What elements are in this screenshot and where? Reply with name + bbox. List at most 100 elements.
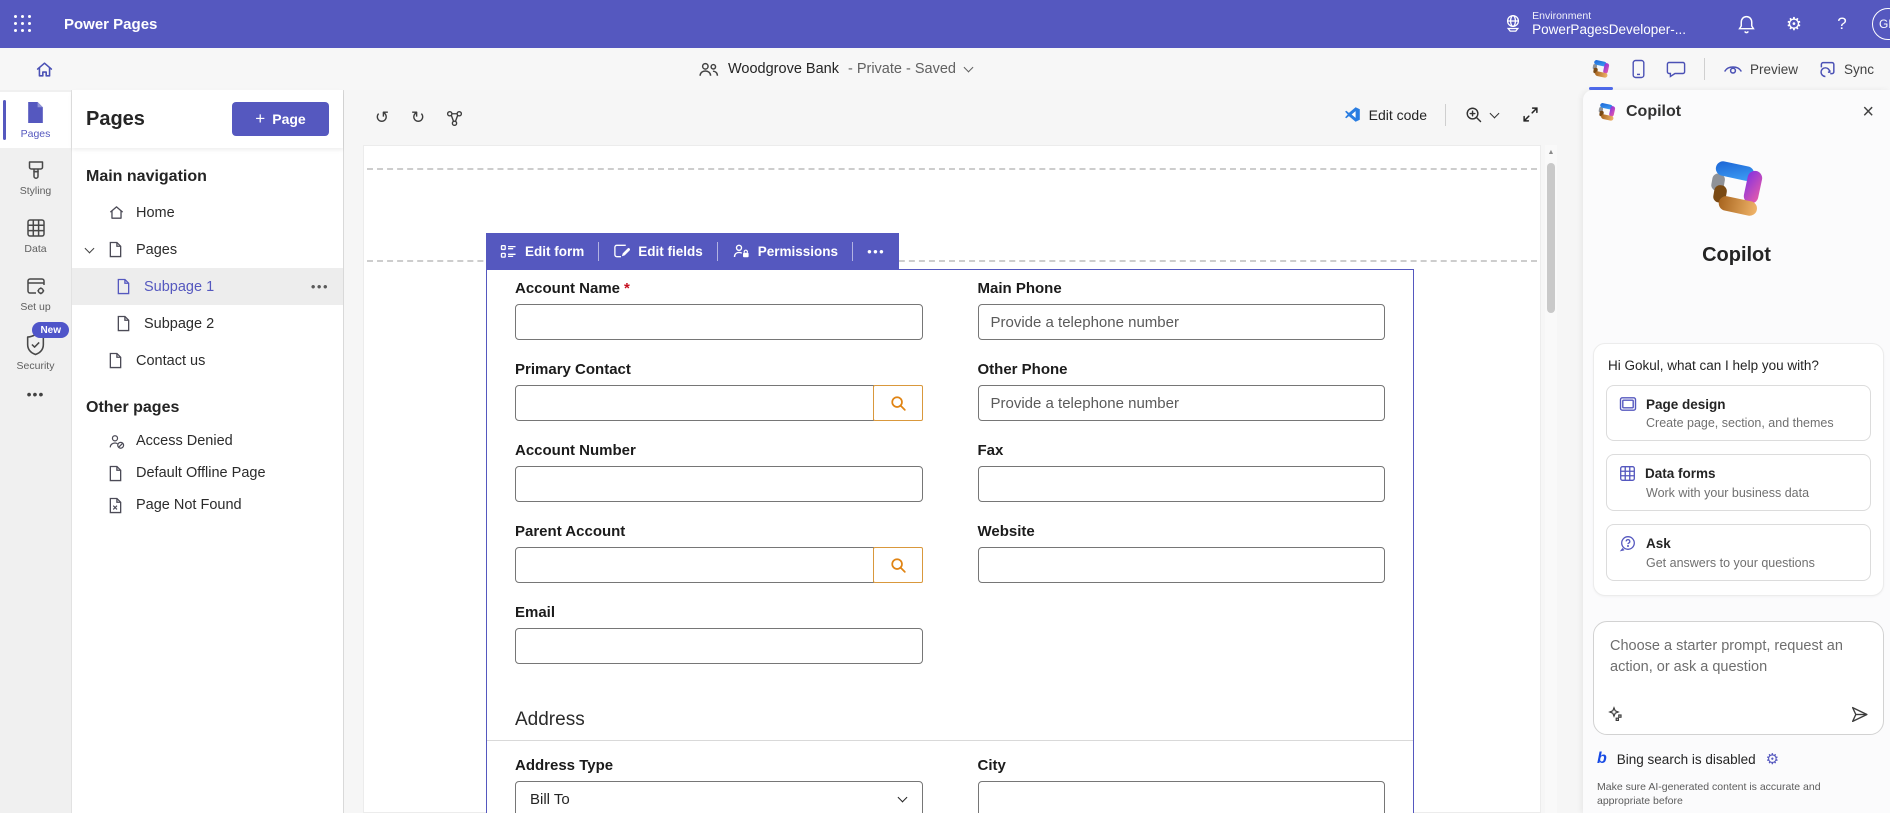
send-button[interactable]: [1850, 705, 1869, 724]
tree-item-pages[interactable]: Pages: [72, 231, 343, 268]
form-toolbar-more-button[interactable]: •••: [853, 244, 899, 259]
copilot-panel: Copilot × Copilot Hi Gokul, what can I h…: [1583, 90, 1890, 813]
edit-fields-button[interactable]: Edit fields: [599, 233, 717, 269]
rail-item-data[interactable]: Data: [0, 208, 71, 264]
data-forms-grid-icon: [1619, 465, 1636, 482]
home-icon: [108, 204, 128, 221]
environment-name: PowerPagesDeveloper-...: [1532, 22, 1686, 38]
device-preview-button[interactable]: [1621, 48, 1656, 90]
copilot-prompt-input[interactable]: Choose a starter prompt, request an acti…: [1593, 621, 1884, 735]
sync-icon: [1818, 60, 1837, 79]
scroll-up-arrow[interactable]: ▲: [1545, 149, 1557, 156]
permissions-button[interactable]: Permissions: [718, 233, 852, 269]
prompt-suggestions-button[interactable]: [1608, 706, 1624, 722]
waffle-menu-button[interactable]: [0, 0, 46, 48]
search-icon: [889, 394, 907, 412]
chevron-down-icon[interactable]: [85, 243, 95, 253]
page-icon: [116, 278, 136, 295]
edit-code-label: Edit code: [1369, 107, 1427, 123]
people-icon: [698, 61, 719, 78]
field-email: Email: [515, 604, 923, 664]
settings-button[interactable]: ⚙: [1770, 0, 1818, 48]
tree-item-home[interactable]: Home: [72, 194, 343, 231]
account-form-widget[interactable]: Account Name* Main Phone Primary Contact: [486, 269, 1414, 813]
home-button[interactable]: [24, 48, 64, 90]
scrollbar-thumb[interactable]: [1547, 163, 1555, 313]
page-canvas[interactable]: Edit form Edit fields: [363, 145, 1541, 813]
city-input[interactable]: [978, 781, 1386, 813]
new-badge: New: [32, 322, 69, 338]
site-toolbar: Woodgrove Bank - Private - Saved: [0, 48, 1890, 90]
field-website: Website: [978, 523, 1386, 583]
field-parent-account: Parent Account: [515, 523, 923, 583]
sync-button[interactable]: Sync: [1808, 48, 1884, 90]
rail-item-styling[interactable]: Styling: [0, 150, 71, 206]
section-divider: [487, 740, 1413, 741]
other-phone-input[interactable]: [978, 385, 1386, 421]
parent-account-lookup-button[interactable]: [873, 547, 923, 583]
notifications-button[interactable]: [1722, 0, 1770, 48]
chevron-down-icon: [964, 63, 974, 73]
field-account-number: Account Number: [515, 442, 923, 502]
redo-button[interactable]: ↻: [404, 104, 432, 132]
workflow-icon: [445, 109, 464, 128]
zoom-menu-button[interactable]: [1460, 103, 1502, 126]
primary-contact-input[interactable]: [515, 385, 874, 421]
account-number-input[interactable]: [515, 466, 923, 502]
copilot-welcome-bubble: Hi Gokul, what can I help you with? Page…: [1593, 343, 1884, 596]
workflow-button[interactable]: [440, 104, 468, 132]
search-icon: [889, 556, 907, 574]
rail-more-button[interactable]: •••: [0, 386, 71, 420]
edit-form-button[interactable]: Edit form: [486, 233, 598, 269]
bing-settings-gear-icon[interactable]: ⚙: [1766, 750, 1779, 768]
canvas-scrollbar[interactable]: ▲: [1545, 145, 1557, 813]
help-icon: ?: [1837, 14, 1846, 34]
redo-icon: ↻: [411, 108, 425, 128]
form-list-icon: [500, 244, 517, 259]
vscode-icon: [1344, 106, 1361, 123]
bing-icon: b: [1597, 750, 1607, 768]
chevron-down-icon: [1490, 108, 1500, 118]
address-type-select[interactable]: Bill To: [515, 781, 923, 813]
main-phone-input[interactable]: [978, 304, 1386, 340]
copilot-hero-title: Copilot: [1702, 244, 1771, 267]
tree-item-contact-us[interactable]: Contact us: [72, 342, 343, 379]
edit-code-button[interactable]: Edit code: [1340, 104, 1431, 125]
mobile-device-icon: [1631, 59, 1646, 79]
sparkle-icon: [1608, 706, 1624, 722]
tree-item-access-denied[interactable]: Access Denied: [72, 425, 343, 457]
tree-item-subpage-2[interactable]: Subpage 2: [72, 305, 343, 342]
fax-input[interactable]: [978, 466, 1386, 502]
row-more-button[interactable]: •••: [311, 279, 329, 294]
expand-canvas-button[interactable]: [1522, 106, 1539, 123]
panel-title: Pages: [86, 108, 145, 131]
website-input[interactable]: [978, 547, 1386, 583]
close-icon[interactable]: ×: [1860, 102, 1876, 122]
prompt-card-page-design[interactable]: Page design Create page, section, and th…: [1606, 385, 1871, 441]
rail-item-setup[interactable]: Set up: [0, 266, 71, 322]
bing-search-notice: b Bing search is disabled ⚙: [1597, 750, 1876, 768]
parent-account-input[interactable]: [515, 547, 874, 583]
help-button[interactable]: ?: [1818, 0, 1866, 48]
prompt-card-ask[interactable]: Ask Get answers to your questions: [1606, 524, 1871, 581]
undo-button[interactable]: ↺: [368, 104, 396, 132]
email-input[interactable]: [515, 628, 923, 664]
account-name-input[interactable]: [515, 304, 923, 340]
site-switcher[interactable]: Woodgrove Bank - Private - Saved: [698, 48, 972, 90]
preview-button[interactable]: Preview: [1713, 48, 1808, 90]
field-account-name: Account Name*: [515, 280, 923, 340]
eye-icon: [1723, 62, 1743, 77]
add-page-button[interactable]: + Page: [232, 102, 329, 136]
rail-item-security[interactable]: New Security: [0, 324, 71, 380]
comments-button[interactable]: [1656, 48, 1696, 90]
prompt-card-data-forms[interactable]: Data forms Work with your business data: [1606, 454, 1871, 511]
pages-panel: Pages + Page Main navigation Home Pages …: [72, 90, 344, 813]
copilot-toggle-button[interactable]: [1581, 48, 1621, 90]
avatar[interactable]: GN: [1872, 8, 1890, 40]
tree-item-default-offline-page[interactable]: Default Offline Page: [72, 457, 343, 489]
environment-picker[interactable]: Environment PowerPagesDeveloper-...: [1503, 10, 1686, 39]
primary-contact-lookup-button[interactable]: [873, 385, 923, 421]
rail-item-pages[interactable]: Pages: [0, 92, 71, 148]
tree-item-subpage-1[interactable]: Subpage 1 •••: [72, 268, 343, 305]
tree-item-page-not-found[interactable]: Page Not Found: [72, 489, 343, 521]
